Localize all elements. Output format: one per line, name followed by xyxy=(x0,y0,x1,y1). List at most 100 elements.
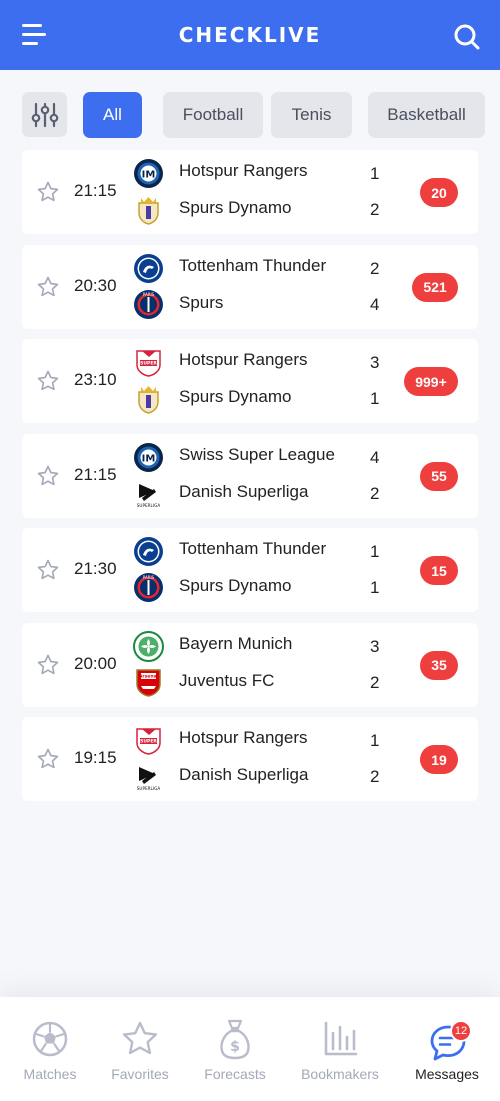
match-time: 20:30 xyxy=(74,275,117,295)
star-icon[interactable] xyxy=(36,369,60,393)
money-bag-icon: $ xyxy=(220,1019,250,1060)
home-team-name: Hotspur Rangers xyxy=(179,728,308,747)
home-team-score: 2 xyxy=(370,258,380,278)
comments-count-badge[interactable]: 999+ xyxy=(404,367,458,396)
bottom-navigation: Matches Favorites $ Forecasts Bookmakers… xyxy=(0,997,500,1101)
svg-text:SUPERLIGA: SUPERLIGA xyxy=(137,786,161,791)
soccer-ball-icon xyxy=(32,1021,68,1057)
match-card[interactable]: 20:30 PARIS Tottenham Thunder Spurs 2 4 … xyxy=(22,244,478,329)
search-icon xyxy=(454,24,480,50)
home-inter-logo: IM xyxy=(133,442,164,473)
nav-messages[interactable]: 12 Messages xyxy=(397,997,497,1101)
away-team-score: 1 xyxy=(370,578,380,597)
app-title: CHECKLIVE xyxy=(178,23,322,47)
app-header: CHECKLIVE xyxy=(0,0,500,70)
nav-bookmakers[interactable]: Bookmakers xyxy=(290,997,390,1101)
menu-icon xyxy=(22,24,42,27)
svg-text:$: $ xyxy=(230,1039,240,1055)
star-icon[interactable] xyxy=(36,747,60,771)
search-button[interactable] xyxy=(454,24,480,50)
match-list: 21:15 IM Hotspur Rangers Spurs Dynamo 1 … xyxy=(22,150,478,812)
star-icon[interactable] xyxy=(36,464,60,488)
filter-settings-button[interactable] xyxy=(22,92,67,137)
home-team-name: Swiss Super League xyxy=(179,444,335,464)
star-icon[interactable] xyxy=(36,653,60,677)
match-time: 23:10 xyxy=(74,370,117,389)
home-team-name: Hotspur Rangers xyxy=(179,161,308,180)
home-celtic-logo xyxy=(133,630,164,662)
away-team-name: Spurs xyxy=(179,292,224,312)
svg-text:SUPER: SUPER xyxy=(140,361,157,367)
match-card[interactable]: 19:15 SUPER SUPERLIGA Hotspur Rangers Da… xyxy=(22,717,478,801)
sliders-icon xyxy=(31,102,58,127)
match-card[interactable]: 23:10 SUPER Hotspur Rangers Spurs Dynamo… xyxy=(22,339,478,423)
away-team-name: Spurs Dynamo xyxy=(179,576,292,595)
home-team-score: 1 xyxy=(370,731,380,750)
home-swiss-super-league-logo: SUPER xyxy=(133,347,164,378)
away-arsenal-logo: Arsenal xyxy=(133,667,164,698)
tab-football[interactable]: Football xyxy=(163,92,263,138)
comments-count-badge[interactable]: 35 xyxy=(420,650,458,680)
away-team-name: Spurs Dynamo xyxy=(179,387,292,406)
nav-label: Matches xyxy=(23,1066,77,1082)
away-team-name: Danish Superliga xyxy=(179,481,309,501)
menu-button[interactable] xyxy=(22,24,46,46)
comments-count-badge[interactable]: 19 xyxy=(420,745,458,774)
away-real-madrid-logo xyxy=(133,383,164,414)
home-team-name: Bayern Munich xyxy=(179,633,293,653)
away-team-score: 2 xyxy=(370,767,380,786)
nav-matches[interactable]: Matches xyxy=(0,997,100,1101)
match-time: 21:15 xyxy=(74,464,117,484)
nav-label: Favorites xyxy=(111,1066,169,1082)
nav-forecasts[interactable]: $ Forecasts xyxy=(185,997,285,1101)
away-psg-logo: PARIS xyxy=(133,572,164,603)
svg-text:SUPERLIGA: SUPERLIGA xyxy=(137,503,161,508)
comments-count-badge[interactable]: 20 xyxy=(420,178,458,207)
tab-all[interactable]: All xyxy=(83,92,142,138)
away-real-madrid-logo xyxy=(133,194,164,225)
star-icon[interactable] xyxy=(36,275,60,299)
away-psg-logo: PARIS xyxy=(133,289,164,320)
star-icon[interactable] xyxy=(36,180,60,204)
match-time: 21:15 xyxy=(74,181,117,200)
home-inter-logo: IM xyxy=(133,158,164,189)
match-card[interactable]: 21:15 IM Hotspur Rangers Spurs Dynamo 1 … xyxy=(22,150,478,234)
nav-favorites[interactable]: Favorites xyxy=(90,997,190,1101)
comments-count-badge[interactable]: 521 xyxy=(412,272,458,302)
match-card[interactable]: 20:00 Arsenal Bayern Munich Juventus FC … xyxy=(22,622,478,707)
away-team-score: 2 xyxy=(370,672,380,692)
filter-bar: All Football Tenis Basketball xyxy=(22,92,492,138)
match-card[interactable]: 21:30 PARIS Tottenham Thunder Spurs Dyna… xyxy=(22,528,478,612)
messages-count-badge: 12 xyxy=(450,1020,472,1042)
away-team-name: Danish Superliga xyxy=(179,765,309,784)
match-time: 21:30 xyxy=(74,559,117,578)
star-icon xyxy=(122,1021,158,1055)
star-icon[interactable] xyxy=(36,558,60,582)
home-chelsea-logo xyxy=(133,536,164,567)
tab-tenis[interactable]: Tenis xyxy=(271,92,352,138)
home-team-score: 1 xyxy=(370,542,380,561)
away-superliga-logo: SUPERLIGA xyxy=(133,761,164,792)
home-team-name: Hotspur Rangers xyxy=(179,350,308,369)
nav-label: Bookmakers xyxy=(301,1066,379,1082)
svg-text:PARIS: PARIS xyxy=(143,292,155,297)
home-swiss-super-league-logo: SUPER xyxy=(133,725,164,756)
svg-text:IM: IM xyxy=(142,453,156,464)
away-team-score: 2 xyxy=(370,483,380,503)
home-chelsea-logo xyxy=(133,253,164,284)
away-team-name: Juventus FC xyxy=(179,670,275,690)
home-team-score: 3 xyxy=(370,353,380,372)
comments-count-badge[interactable]: 55 xyxy=(420,461,458,491)
home-team-name: Tottenham Thunder xyxy=(179,539,327,558)
tab-basketball[interactable]: Basketball xyxy=(368,92,485,138)
away-team-name: Spurs Dynamo xyxy=(179,198,292,217)
svg-text:Arsenal: Arsenal xyxy=(139,673,159,679)
bar-chart-icon xyxy=(324,1021,358,1056)
nav-label: Messages xyxy=(415,1066,479,1082)
home-team-name: Tottenham Thunder xyxy=(179,255,327,275)
match-card[interactable]: 21:15 IM SUPERLIGA Swiss Super League Da… xyxy=(22,433,478,518)
away-team-score: 2 xyxy=(370,200,380,219)
comments-count-badge[interactable]: 15 xyxy=(420,556,458,585)
home-team-score: 1 xyxy=(370,164,380,183)
match-time: 20:00 xyxy=(74,653,117,673)
